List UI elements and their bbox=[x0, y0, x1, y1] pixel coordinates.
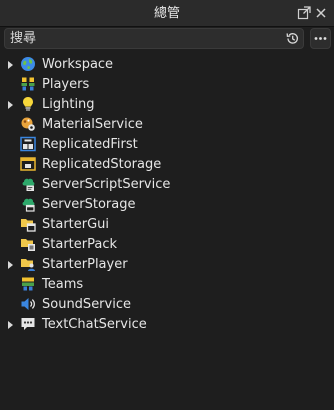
panel-title: 總管 bbox=[153, 6, 180, 21]
tree-item-starterpack[interactable]: StarterPack bbox=[0, 235, 334, 255]
sound-icon bbox=[21, 298, 35, 310]
explorer-panel: 總管 搜尋 Workspace Players Lighting Materia… bbox=[0, 0, 334, 410]
tree-item-players[interactable]: Players bbox=[0, 75, 334, 95]
search-input[interactable] bbox=[10, 29, 278, 48]
tree-item-label: ReplicatedFirst bbox=[42, 137, 138, 152]
tree-item-label: Workspace bbox=[42, 57, 114, 72]
tree-item-serverstorage[interactable]: ServerStorage bbox=[0, 195, 334, 215]
tree-item-label: StarterPlayer bbox=[42, 257, 128, 272]
tree-item-textchatservice[interactable]: TextChatService bbox=[0, 315, 334, 335]
chat-icon bbox=[21, 318, 35, 330]
ellipsis-icon bbox=[314, 37, 327, 40]
tree-item-serverscriptservice[interactable]: ServerScriptService bbox=[0, 175, 334, 195]
tree-item-replicatedfirst[interactable]: ReplicatedFirst bbox=[0, 135, 334, 155]
close-icon[interactable] bbox=[314, 6, 328, 20]
starter-gui-icon bbox=[21, 219, 36, 232]
expand-arrow-icon[interactable] bbox=[8, 61, 13, 69]
title-bar: 總管 bbox=[0, 0, 334, 27]
starter-pack-icon bbox=[21, 239, 35, 251]
players-icon bbox=[21, 77, 35, 91]
server-script-service-icon bbox=[22, 178, 35, 191]
lightbulb-icon bbox=[23, 97, 33, 111]
server-storage-icon bbox=[22, 198, 35, 212]
explorer-tree: Workspace Players Lighting MaterialServi… bbox=[0, 55, 334, 335]
tree-item-label: TextChatService bbox=[42, 317, 147, 332]
tree-item-label: ServerScriptService bbox=[42, 177, 171, 192]
history-icon[interactable] bbox=[285, 31, 300, 46]
expand-arrow-icon[interactable] bbox=[8, 101, 13, 109]
tree-item-startergui[interactable]: StarterGui bbox=[0, 215, 334, 235]
popout-icon[interactable] bbox=[297, 6, 311, 20]
expand-arrow-icon[interactable] bbox=[8, 261, 13, 269]
tree-item-label: MaterialService bbox=[42, 117, 143, 132]
tree-item-teams[interactable]: Teams bbox=[0, 275, 334, 295]
more-options-button[interactable] bbox=[310, 28, 331, 49]
tree-item-lighting[interactable]: Lighting bbox=[0, 95, 334, 115]
teams-icon bbox=[22, 277, 34, 291]
tree-item-label: Players bbox=[42, 77, 90, 92]
search-row bbox=[0, 27, 334, 53]
replicated-first-icon bbox=[20, 136, 36, 152]
starter-player-icon bbox=[21, 259, 35, 271]
tree-item-label: ServerStorage bbox=[42, 197, 136, 212]
tree-item-materialservice[interactable]: MaterialService bbox=[0, 115, 334, 135]
tree-item-starterplayer[interactable]: StarterPlayer bbox=[0, 255, 334, 275]
tree-item-label: StarterPack bbox=[42, 237, 117, 252]
material-service-icon bbox=[21, 117, 35, 131]
tree-item-label: ReplicatedStorage bbox=[42, 157, 162, 172]
tree-item-label: StarterGui bbox=[42, 217, 110, 232]
search-box bbox=[4, 28, 304, 49]
tree-item-label: Teams bbox=[42, 277, 84, 292]
tree-item-soundservice[interactable]: SoundService bbox=[0, 295, 334, 315]
globe-icon bbox=[21, 57, 35, 71]
tree-item-workspace[interactable]: Workspace bbox=[0, 55, 334, 75]
replicated-storage-icon bbox=[20, 157, 36, 171]
expand-arrow-icon[interactable] bbox=[8, 321, 13, 329]
tree-item-replicatedstorage[interactable]: ReplicatedStorage bbox=[0, 155, 334, 175]
tree-item-label: SoundService bbox=[42, 297, 131, 312]
tree-item-label: Lighting bbox=[42, 97, 95, 112]
